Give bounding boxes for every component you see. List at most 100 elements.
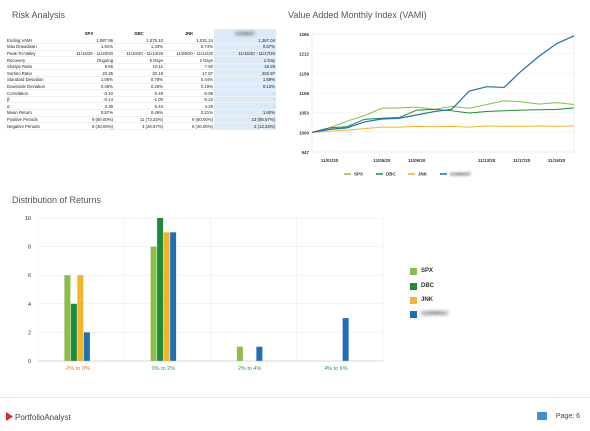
row-label: Peak-To-Valley xyxy=(6,50,64,58)
table-cell: 6 (40.00%) xyxy=(164,122,214,130)
row-label: Negative Periods xyxy=(6,122,64,130)
legend-label: JNK xyxy=(418,172,428,177)
x-tick-label: -2% to 0% xyxy=(64,366,89,372)
table-row: Peak-To-Valley 11/16/20 - 11/20/20 11/10/2… xyxy=(6,50,276,58)
page-number: Page: 6 xyxy=(555,413,580,420)
header-account: U1949437 xyxy=(214,29,276,37)
table-cell: 10.11 xyxy=(114,63,164,71)
table-cell: 1,087.95 xyxy=(64,37,114,45)
table-cell: 9 (60.00%) xyxy=(164,116,214,124)
bar-u1949437 xyxy=(342,318,349,361)
table-cell: 11 (73.33%) xyxy=(114,116,164,124)
row-label: Positive Periods xyxy=(6,116,64,124)
bar-u1949437 xyxy=(256,346,263,361)
y-tick-label: 6 xyxy=(28,273,31,279)
table-row: Recovery Ongoing 5 Days 2 Days 1 Day xyxy=(6,56,276,64)
row-label: α: xyxy=(6,102,64,111)
x-tick-label: 11/17/20 xyxy=(513,158,531,163)
table-cell: 11/16/20 - 11/20/20 xyxy=(64,50,114,58)
document-icon[interactable] xyxy=(537,412,547,420)
bar-jnk xyxy=(163,232,170,361)
y-tick-label: 4 xyxy=(28,302,31,308)
row-label: Max Drawdown xyxy=(6,43,64,51)
table-cell: 4 (26.67%) xyxy=(114,122,164,130)
table-cell: 2 Days xyxy=(164,56,214,64)
table-cell: 6 (40.00%) xyxy=(64,122,114,130)
x-tick-label: 11/09/20 xyxy=(408,158,426,163)
table-cell: 11/16/20 - 11/17/20 xyxy=(214,50,276,58)
y-tick-label: 1000 xyxy=(299,130,310,135)
table-row: Standard Deviation 1.06% 0.78% 0.44% 1.59% xyxy=(6,76,276,84)
risk-table-body: Ending VAMI 1,087.95 1,075.10 1,031.24 1,267… xyxy=(6,37,276,130)
table-row: Ending VAMI 1,087.95 1,075.10 1,031.24 1,267… xyxy=(6,37,276,45)
row-label: Correlation xyxy=(6,89,64,97)
row-label: Sortino Ratio xyxy=(6,69,64,78)
x-tick-label: 2% to 4% xyxy=(238,366,262,372)
risk-table-header: SPX DBC JNK U1949437 xyxy=(6,29,276,37)
table-cell: 0.78% xyxy=(114,76,164,84)
brand-name: PortfolioAnalyst xyxy=(15,413,71,422)
table-row: Sortino Ratio 20.35 30.19 17.87 202.97 xyxy=(6,69,276,78)
legend-label: JNK xyxy=(421,297,434,303)
table-cell: 0.49% xyxy=(114,109,164,117)
table-row: α: 4.38 5.44 4.29- xyxy=(6,102,276,111)
bar-spx xyxy=(150,246,157,361)
table-row: Correlation -0.10 0.49 -0.06- xyxy=(6,89,276,97)
legend-label: DBC xyxy=(386,172,396,177)
table-cell: -0.22 xyxy=(164,96,214,104)
legend-label: SPX xyxy=(421,268,434,274)
row-label: Ending VAMI xyxy=(6,37,64,45)
vami-title: Value Added Monthly Index (VAMI) xyxy=(288,10,427,20)
table-cell: 1,075.10 xyxy=(114,37,164,45)
table-cell: 1.06% xyxy=(64,76,114,84)
footer-divider xyxy=(0,397,590,398)
table-cell: 9 (60.00%) xyxy=(64,116,114,124)
legend-swatch xyxy=(410,268,417,275)
bar-dbc xyxy=(70,303,77,361)
account-id: U1949437 xyxy=(235,30,255,36)
bar-u1949437 xyxy=(83,332,90,361)
x-tick-label: 11/01/20 xyxy=(321,158,339,163)
table-cell: 4.29 xyxy=(164,102,214,111)
table-cell: 30.19 xyxy=(114,69,164,78)
risk-analysis-title: Risk Analysis xyxy=(12,10,66,20)
table-cell: 11/10/20 - 11/13/20 xyxy=(114,50,164,58)
table-row: Sharpe Ratio 8.65 10.11 7.50 16.28 xyxy=(6,63,276,71)
legend-swatch xyxy=(410,311,417,318)
table-cell: -0.14 xyxy=(64,96,114,104)
x-tick-label: 4% to 6% xyxy=(324,366,348,372)
table-cell: 0.21% xyxy=(164,109,214,117)
table-row: Max Drawdown 1.91% 1.33% 0.74% 0.57% xyxy=(6,43,276,51)
y-tick-label: 0 xyxy=(28,359,31,365)
table-cell: 0.45% xyxy=(64,83,114,91)
y-tick-label: 2 xyxy=(28,330,31,336)
legend-label: SPX xyxy=(354,172,363,177)
table-row: Downside Deviation 0.45% 0.26% 0.19% 0.13% xyxy=(6,83,276,91)
y-tick-label: 1159 xyxy=(299,71,309,76)
table-cell: Ongoing xyxy=(64,56,114,64)
table-cell: 0.74% xyxy=(164,43,214,51)
table-cell: 0.13% xyxy=(214,83,276,91)
y-tick-label: 8 xyxy=(28,245,31,251)
table-cell: -0.06 xyxy=(164,89,214,97)
table-cell: -0.10 xyxy=(64,89,114,97)
table-cell: 1,267.04 xyxy=(214,37,276,45)
distribution-title: Distribution of Returns xyxy=(12,195,102,205)
bar-spx xyxy=(64,275,71,361)
y-tick-label: 1053 xyxy=(299,111,310,116)
table-cell: 0.26% xyxy=(114,83,164,91)
legend-label: U1949437 xyxy=(421,311,449,317)
row-label: β: xyxy=(6,96,64,104)
table-cell: 8.65 xyxy=(64,63,114,71)
legend-label: U1949437 xyxy=(450,172,471,177)
legend-swatch xyxy=(410,297,417,304)
y-tick-label: 1106 xyxy=(299,91,309,96)
table-cell: 11/09/20 - 11/12/20 xyxy=(164,50,214,58)
row-label: Downside Deviation xyxy=(6,83,64,91)
table-cell: 1.33% xyxy=(114,43,164,51)
bar-spx xyxy=(236,346,243,361)
bar-dbc xyxy=(157,218,164,361)
table-cell: 2 (13.33%) xyxy=(214,122,276,130)
row-label: Sharpe Ratio xyxy=(6,63,64,71)
table-row: β: -0.14 -1.00 -0.22- xyxy=(6,96,276,104)
